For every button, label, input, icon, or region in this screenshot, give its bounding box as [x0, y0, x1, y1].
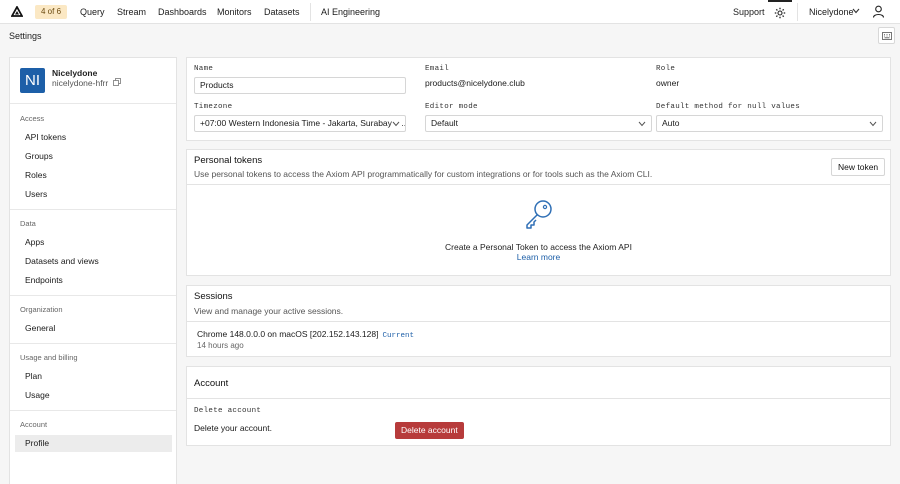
- role-value: owner: [656, 78, 680, 88]
- sessions-title: Sessions: [194, 291, 233, 302]
- gear-icon: [774, 7, 786, 19]
- account-title: Account: [194, 378, 229, 389]
- section-heading-account: Account: [20, 420, 48, 429]
- settings-button[interactable]: [768, 0, 792, 24]
- chevron-down-icon: [392, 121, 400, 127]
- delete-account-description: Delete your account.: [194, 423, 272, 433]
- keyboard-shortcuts-button[interactable]: [878, 27, 895, 44]
- sidebar-divider: [10, 103, 176, 104]
- sidebar-item-api-tokens[interactable]: API tokens: [15, 129, 172, 146]
- org-switcher[interactable]: Nicelydone: [809, 6, 854, 18]
- timezone-value: +07:00 Western Indonesia Time - Jakarta,…: [200, 118, 406, 128]
- sessions-subtitle: View and manage your active sessions.: [194, 306, 344, 316]
- trial-badge[interactable]: 4 of 6: [35, 5, 68, 19]
- sidebar-divider: [10, 295, 176, 296]
- account-id: nicelydone-hfrr: [52, 78, 109, 88]
- top-navigation: 4 of 6 Query Stream Dashboards Monitors …: [0, 0, 900, 24]
- sidebar-divider: [10, 343, 176, 344]
- tokens-empty-text: Create a Personal Token to access the Ax…: [445, 242, 632, 252]
- section-heading-access: Access: [20, 114, 45, 123]
- chevron-down-icon: [638, 121, 646, 127]
- sidebar-item-general[interactable]: General: [15, 320, 172, 337]
- name-label: Name: [194, 65, 214, 73]
- email-value: products@nicelydone.club: [425, 78, 525, 88]
- name-field[interactable]: Products: [194, 77, 406, 94]
- panel-divider: [187, 184, 890, 185]
- null-method-select[interactable]: Auto: [656, 115, 883, 132]
- nav-stream[interactable]: Stream: [117, 6, 146, 18]
- nav-datasets[interactable]: Datasets: [264, 6, 300, 18]
- null-method-value: Auto: [662, 118, 680, 128]
- nav-divider: [310, 3, 311, 21]
- null-method-label: Default method for null values: [656, 103, 801, 111]
- sidebar-item-datasets-and-views[interactable]: Datasets and views: [15, 253, 172, 270]
- nav-monitors[interactable]: Monitors: [217, 6, 252, 18]
- sidebar-divider: [10, 209, 176, 210]
- editor-mode-select[interactable]: Default: [425, 115, 652, 132]
- tokens-subtitle: Use personal tokens to access the Axiom …: [194, 169, 653, 179]
- section-heading-organization: Organization: [20, 305, 63, 314]
- learn-more-link[interactable]: Learn more: [517, 252, 560, 262]
- timezone-label: Timezone: [194, 103, 233, 111]
- user-icon[interactable]: [872, 5, 885, 18]
- delete-account-label: Delete account: [194, 407, 262, 415]
- sidebar-item-roles[interactable]: Roles: [15, 167, 172, 184]
- nav-dashboards[interactable]: Dashboards: [158, 6, 207, 18]
- nav-ai-engineering[interactable]: AI Engineering: [321, 6, 380, 18]
- profile-panel: Name Products Email products@nicelydone.…: [186, 57, 891, 141]
- keyboard-icon: [882, 32, 892, 40]
- editor-mode-value: Default: [431, 118, 458, 128]
- settings-sidebar: NI Nicelydone nicelydone-hfrr Access API…: [9, 57, 177, 484]
- section-heading-usage-billing: Usage and billing: [20, 353, 78, 362]
- key-icon: [526, 200, 552, 229]
- editor-mode-label: Editor mode: [425, 103, 478, 111]
- chevron-down-icon[interactable]: [852, 8, 860, 14]
- account-panel: Account Delete account Delete your accou…: [186, 366, 891, 446]
- panel-divider: [187, 321, 890, 322]
- sidebar-item-users[interactable]: Users: [15, 186, 172, 203]
- personal-tokens-panel: Personal tokens Use personal tokens to a…: [186, 149, 891, 276]
- nav-query[interactable]: Query: [80, 6, 105, 18]
- nav-divider-right: [797, 3, 798, 21]
- org-avatar: NI: [20, 68, 45, 93]
- session-time: 14 hours ago: [197, 341, 244, 350]
- sidebar-item-profile[interactable]: Profile: [15, 435, 172, 452]
- sidebar-item-apps[interactable]: Apps: [15, 234, 172, 251]
- page-title: Settings: [9, 31, 42, 41]
- account-name: Nicelydone: [52, 68, 98, 78]
- learn-more-row: Learn more: [187, 252, 890, 262]
- new-token-button[interactable]: New token: [831, 158, 886, 176]
- sidebar-item-endpoints[interactable]: Endpoints: [15, 272, 172, 289]
- sessions-panel: Sessions View and manage your active ses…: [186, 285, 891, 357]
- timezone-select[interactable]: +07:00 Western Indonesia Time - Jakarta,…: [194, 115, 406, 132]
- sidebar-item-groups[interactable]: Groups: [15, 148, 172, 165]
- panel-divider: [187, 398, 890, 399]
- support-link[interactable]: Support: [733, 6, 765, 18]
- settings-header: Settings: [0, 25, 900, 47]
- sidebar-divider: [10, 410, 176, 411]
- section-heading-data: Data: [20, 219, 36, 228]
- email-label: Email: [425, 65, 450, 73]
- copy-icon[interactable]: [113, 78, 121, 86]
- role-label: Role: [656, 65, 676, 73]
- session-name: Chrome 148.0.0.0 on macOS [202.152.143.1…: [197, 329, 379, 339]
- sidebar-item-usage[interactable]: Usage: [15, 387, 172, 404]
- current-session-tag: Current: [382, 332, 414, 340]
- chevron-down-icon: [869, 121, 877, 127]
- sidebar-item-plan[interactable]: Plan: [15, 368, 172, 385]
- tokens-title: Personal tokens: [194, 155, 263, 166]
- session-row: Chrome 148.0.0.0 on macOS [202.152.143.1…: [197, 329, 414, 340]
- delete-account-button[interactable]: Delete account: [395, 422, 464, 439]
- axiom-logo-icon[interactable]: [11, 6, 23, 18]
